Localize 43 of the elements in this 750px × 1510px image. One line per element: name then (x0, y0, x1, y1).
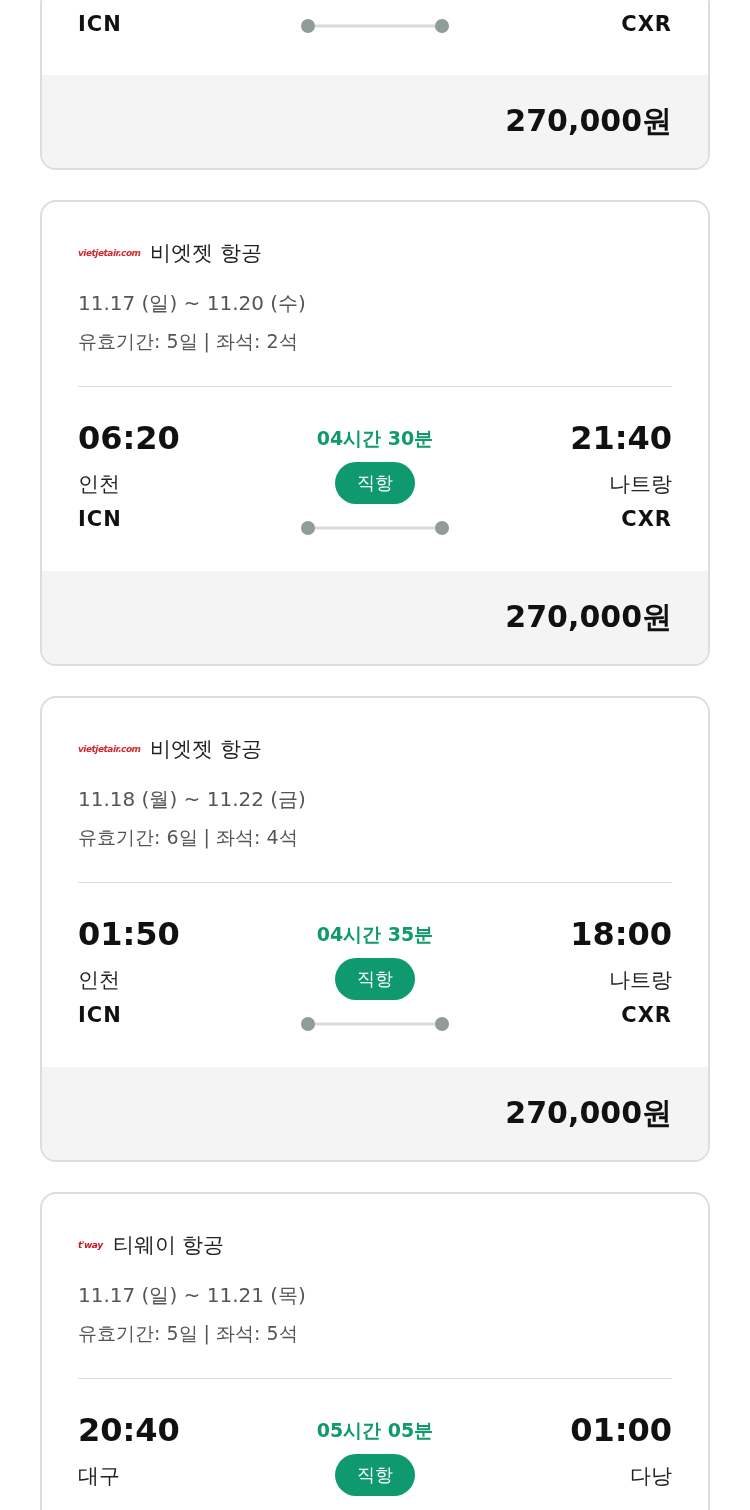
validity-seats-info: 유효기간: 6일 | 좌석: 4석 (78, 825, 299, 851)
airline-name: 비엣젯 항공 (150, 240, 263, 267)
origin-city: 대구 (78, 1463, 120, 1490)
origin-code: ICN (78, 1002, 122, 1029)
destination-code: CXR (621, 11, 672, 38)
arrival-time: 01:00 (570, 1410, 672, 1450)
flight-duration: 04시간 30분 (316, 426, 434, 451)
direct-flight-badge: 직항 (335, 958, 415, 1000)
arrival-time: 18:00 (570, 914, 672, 954)
direct-flight-badge: 직항 (335, 1454, 415, 1496)
airline-logo: vietjetair.com (78, 744, 141, 754)
airline-logo: vietjetair.com (78, 248, 141, 258)
airline-name: 비엣젯 항공 (150, 736, 263, 763)
travel-dates: 11.17 (일) ~ 11.21 (목) (78, 1282, 307, 1309)
validity-seats-info: 유효기간: 5일 | 좌석: 5석 (78, 1321, 299, 1347)
travel-dates: 11.18 (월) ~ 11.22 (금) (78, 786, 307, 813)
destination-city: 나트랑 (609, 471, 672, 498)
flight-card[interactable]: ICN CXR 270,000원 (40, 0, 710, 170)
destination-code: CXR (621, 506, 672, 533)
arrival-time: 21:40 (570, 418, 672, 458)
flight-card[interactable]: vietjetair.com 비엣젯 항공 11.18 (월) ~ 11.22 (금) 유효기간: 6일 | 좌석: 4석 01:50 인천 ICN 04시간 35분 직항 18:00 나트랑 CXR 270,000원 (40, 696, 710, 1162)
price: 270,000원 (505, 102, 672, 140)
origin-city: 인천 (78, 967, 120, 994)
validity-seats-info: 유효기간: 5일 | 좌석: 2석 (78, 329, 299, 355)
departure-time: 20:40 (78, 1410, 180, 1450)
flight-card[interactable]: vietjetair.com 비엣젯 항공 11.17 (일) ~ 11.20 (수) 유효기간: 5일 | 좌석: 2석 06:20 인천 ICN 04시간 30분 직항 21:40 나트랑 CXR 270,000원 (40, 200, 710, 666)
destination-city: 나트랑 (609, 967, 672, 994)
origin-city: 인천 (78, 471, 120, 498)
travel-dates: 11.17 (일) ~ 11.20 (수) (78, 290, 307, 317)
airline-logo: t'way (78, 1240, 103, 1250)
origin-code: ICN (78, 11, 122, 38)
destination-code: CXR (621, 1002, 672, 1029)
price: 270,000원 (505, 598, 672, 636)
flight-card[interactable]: t'way 티웨이 항공 11.17 (일) ~ 11.21 (목) 유효기간: 5일 | 좌석: 5석 20:40 대구 05시간 05분 직항 01:00 다낭 (40, 1192, 710, 1510)
flight-duration: 04시간 35분 (316, 922, 434, 947)
flight-duration: 05시간 05분 (316, 1418, 434, 1443)
airline-name: 티웨이 항공 (112, 1232, 225, 1259)
departure-time: 01:50 (78, 914, 180, 954)
origin-code: ICN (78, 506, 122, 533)
direct-flight-badge: 직항 (335, 462, 415, 504)
price: 270,000원 (505, 1094, 672, 1132)
destination-city: 다낭 (630, 1463, 672, 1490)
departure-time: 06:20 (78, 418, 180, 458)
